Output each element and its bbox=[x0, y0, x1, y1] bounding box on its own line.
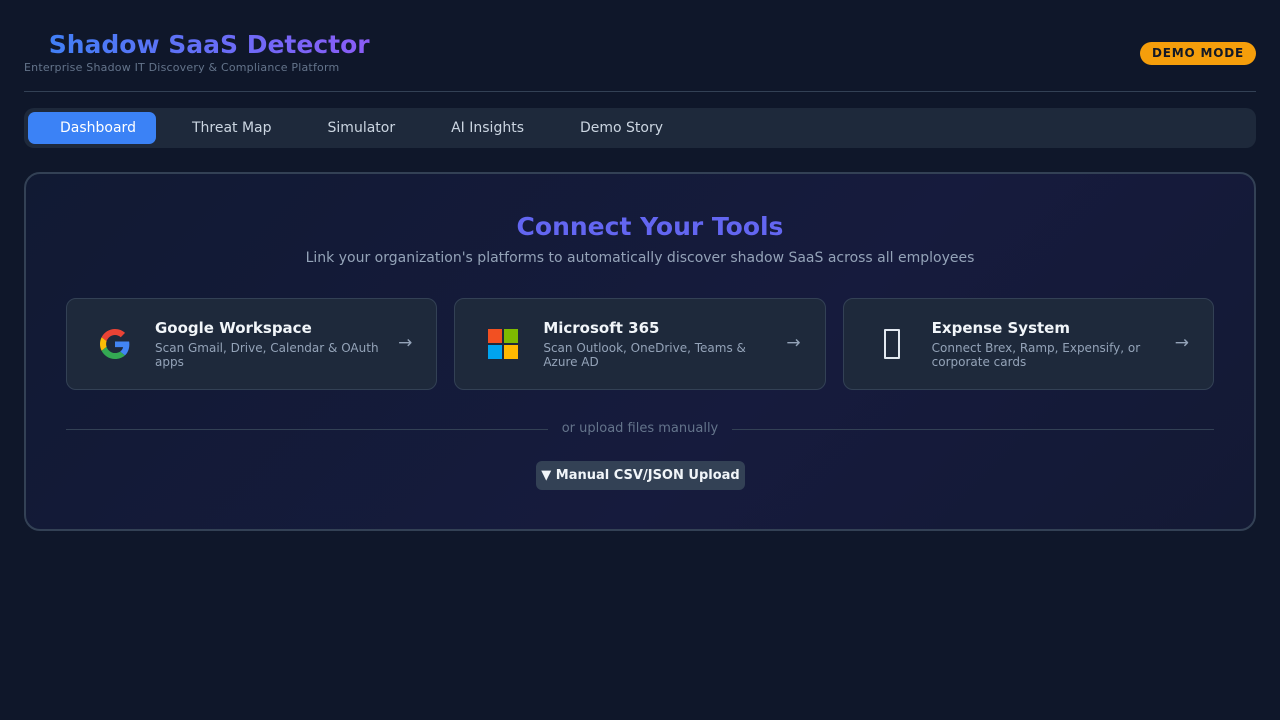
header: Shadow SaaS Detector Enterprise Shadow I… bbox=[24, 0, 1256, 92]
google-icon bbox=[99, 328, 131, 360]
app-title-text: Shadow SaaS Detector bbox=[48, 30, 370, 59]
manual-upload-divider: or upload files manually bbox=[66, 421, 1214, 436]
tab-label: Simulator bbox=[327, 120, 396, 136]
tab-bar: Dashboard Threat Map Simulator AI Insigh… bbox=[24, 108, 1256, 148]
connect-tools-title: Connect Your Tools bbox=[26, 212, 1254, 241]
tab-simulator[interactable]: Simulator bbox=[296, 112, 416, 144]
manual-upload-button[interactable]: ▼ Manual CSV/JSON Upload bbox=[536, 461, 745, 490]
divider-text: or upload files manually bbox=[561, 421, 719, 436]
tab-threat-map[interactable]: Threat Map bbox=[160, 112, 292, 144]
tab-dashboard[interactable]: Dashboard bbox=[28, 112, 156, 144]
tab-label: Threat Map bbox=[191, 120, 272, 136]
card-title: Expense System bbox=[931, 319, 1070, 337]
tab-demo-story[interactable]: Demo Story bbox=[548, 112, 683, 144]
arrow-right-icon: → bbox=[1174, 333, 1189, 353]
arrow-right-icon: → bbox=[398, 333, 413, 353]
app-title: Shadow SaaS Detector bbox=[24, 30, 370, 60]
expense-system-card[interactable]: Expense System Connect Brex, Ramp, Expen… bbox=[842, 298, 1214, 390]
card-title: Microsoft 365 bbox=[543, 319, 660, 337]
card-description: Scan Outlook, OneDrive, Teams & Azure AD bbox=[543, 341, 746, 369]
tab-ai-insights[interactable]: AI Insights bbox=[419, 112, 544, 144]
arrow-right-icon: → bbox=[786, 333, 801, 353]
card-description: Connect Brex, Ramp, Expensify, or corpor… bbox=[931, 341, 1141, 369]
tab-label: AI Insights bbox=[451, 120, 524, 136]
microsoft-365-card[interactable]: Microsoft 365 Scan Outlook, OneDrive, Te… bbox=[454, 298, 826, 390]
connect-tools-title-text: Connect Your Tools bbox=[516, 212, 784, 241]
tab-label: Demo Story bbox=[580, 120, 664, 136]
app: Shadow SaaS Detector Enterprise Shadow I… bbox=[0, 0, 1280, 720]
receipt-icon bbox=[876, 328, 908, 360]
google-workspace-card[interactable]: Google Workspace Scan Gmail, Drive, Cale… bbox=[66, 298, 438, 390]
app-subtitle: Enterprise Shadow IT Discovery & Complia… bbox=[24, 61, 340, 74]
card-description: Scan Gmail, Drive, Calendar & OAuth apps bbox=[155, 341, 379, 369]
microsoft-icon bbox=[487, 328, 519, 360]
connect-tools-subtitle: Link your organization's platforms to au… bbox=[305, 250, 975, 266]
integration-cards: Google Workspace Scan Gmail, Drive, Cale… bbox=[66, 298, 1214, 390]
connect-tools-panel: Connect Your Tools Link your organizatio… bbox=[24, 172, 1256, 531]
tab-label: Dashboard bbox=[60, 120, 136, 136]
card-title: Google Workspace bbox=[155, 319, 312, 337]
demo-mode-badge: DEMO MODE bbox=[1140, 42, 1256, 65]
